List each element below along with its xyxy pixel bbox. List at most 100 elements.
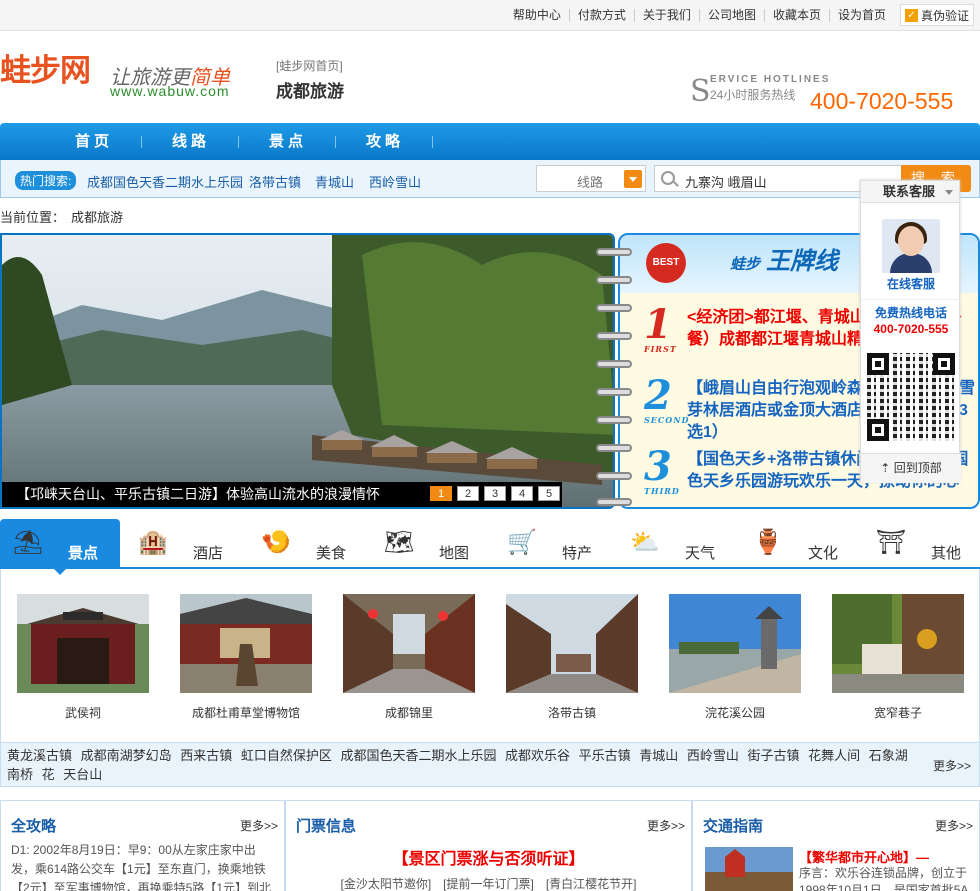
site-map-link[interactable]: 公司地图 (698, 8, 764, 22)
hot-search-item[interactable]: 洛带古镇 (249, 172, 301, 191)
cart-icon: 🛒 (507, 529, 537, 556)
about-link[interactable]: 关于我们 (633, 8, 699, 22)
online-service-link[interactable]: 在线客服 (861, 275, 961, 292)
customer-service-widget: 联系客服 在线客服 免费热线电话 400-7020-555 ⇡ 回到顶部 (860, 180, 961, 483)
spot-card[interactable]: 武侯祠 (17, 594, 149, 721)
more-spots-links[interactable]: 黄龙溪古镇 成都南湖梦幻岛 西来古镇 虹口自然保护区 成都国色天香二期水上乐园 … (7, 746, 922, 784)
rank-tag: THIRD (644, 486, 680, 496)
notebook-spiral (596, 248, 632, 506)
spot-card[interactable]: 宽窄巷子 (832, 594, 964, 721)
slider-page-button[interactable]: 4 (511, 486, 533, 501)
tab-label: 特产 (562, 545, 593, 562)
guide-summary[interactable]: D1: 2002年8月19日：早9：00从左家庄家中出发，乘614路公交车【1元… (11, 841, 279, 891)
stage-curtain-icon: ⛩ (875, 529, 907, 556)
service-english: ERVICE HOTLINES (710, 74, 831, 85)
search-bar: 热门搜索: 成都国色天香二期水上乐园 洛带古镇 青城山 西岭雪山 线路 九寨沟 … (0, 160, 980, 198)
transport-headline[interactable]: 【繁华都市开心地】— (799, 847, 929, 866)
spot-photo (506, 594, 638, 693)
rank-number: 1 (644, 301, 672, 348)
nav-routes[interactable]: 线路 (141, 123, 241, 160)
tab-weather[interactable]: ⛅ 天气 (617, 519, 737, 567)
agent-avatar[interactable] (882, 219, 940, 273)
rank-first-icon: 1 FIRST (644, 301, 677, 354)
rank-second-icon: 2 SECOND (644, 372, 689, 425)
spot-name: 浣花溪公园 (704, 706, 765, 720)
verify-button[interactable]: ✓ 真伪验证 (899, 4, 974, 26)
logo[interactable]: 蛙步网 (0, 45, 91, 90)
customer-service-title[interactable]: 联系客服 (861, 181, 959, 203)
ticket-links[interactable]: [金沙太阳节邀你] [提前一年订门票] [青白江樱花节开] (286, 875, 691, 891)
food-icon: 🍤 (261, 529, 291, 556)
slider-page-button[interactable]: 2 (457, 486, 479, 501)
nav-home[interactable]: 首页 (44, 123, 144, 160)
tab-label: 景点 (68, 545, 99, 562)
tab-label: 酒店 (193, 545, 224, 562)
service-chinese: 24小时服务热线 (710, 88, 796, 102)
photo-slider[interactable]: 【邛崃天台山、平乐古镇二日游】体验高山流水的浪漫情怀 1 2 3 4 5 (0, 233, 615, 509)
search-type-value: 线路 (577, 175, 604, 190)
breadcrumb: 当前位置： 成都旅游 (0, 207, 123, 226)
slider-page-button[interactable]: 3 (484, 486, 506, 501)
slider-page-button[interactable]: 5 (538, 486, 560, 501)
tab-hotels[interactable]: 🏨 酒店 (125, 519, 245, 567)
hot-search-item[interactable]: 成都国色天香二期水上乐园 (87, 172, 243, 191)
spot-name: 宽窄巷子 (873, 706, 922, 720)
vase-icon: 🏺 (753, 529, 783, 556)
qr-code-icon (867, 353, 955, 441)
help-center-link[interactable]: 帮助中心 (505, 8, 569, 22)
ticket-column-title[interactable]: 门票信息 (296, 815, 356, 836)
hot-search-label: 热门搜索: (15, 171, 77, 190)
tab-food[interactable]: 🍤 美食 (248, 519, 368, 567)
category-tabs: ⛱ 景点 🏨 酒店 🍤 美食 🗺 地图 🛒 特产 ⛅ 天气 🏺 文化 ⛩ 其他 (0, 519, 980, 575)
rank-number: 3 (644, 443, 672, 490)
spot-card[interactable]: 洛带古镇 (506, 594, 638, 721)
tab-spots[interactable]: ⛱ 景点 (0, 519, 120, 575)
chevron-down-icon (624, 170, 642, 188)
logo-url: www.wabuw.com (110, 83, 230, 99)
breadcrumb-label: 当前位置： (0, 210, 66, 225)
more-spots-link[interactable]: 更多>> (933, 757, 971, 774)
spot-name: 洛带古镇 (547, 706, 596, 720)
hot-search-item[interactable]: 青城山 (315, 172, 354, 191)
tab-other[interactable]: ⛩ 其他 (863, 519, 980, 567)
free-hotline-number: 400-7020-555 (873, 322, 949, 336)
tab-culture[interactable]: 🏺 文化 (740, 519, 860, 567)
nav-guides[interactable]: 攻略 (335, 123, 435, 160)
verify-label: 真伪验证 (920, 8, 969, 23)
set-homepage-link[interactable]: 设为首页 (828, 8, 894, 22)
hot-search-item[interactable]: 西岭雪山 (369, 172, 421, 191)
transport-column: 交通指南 更多>> 【繁华都市开心地】— 序言：欢乐谷连锁品牌，创立于1998年… (692, 800, 980, 891)
spot-card[interactable]: 成都锦里 (343, 594, 475, 721)
breadcrumb-current[interactable]: 成都旅游 (71, 210, 123, 225)
back-to-top-button[interactable]: ⇡ 回到顶部 (861, 453, 961, 483)
spot-card[interactable]: 成都杜甫草堂博物馆 (180, 594, 312, 721)
rank-third-icon: 3 THIRD (644, 443, 680, 496)
guide-more-link[interactable]: 更多>> (240, 817, 278, 834)
tab-label: 地图 (439, 545, 470, 562)
spot-photo (832, 594, 964, 693)
tab-specialties[interactable]: 🛒 特产 (494, 519, 614, 567)
hotel-icon: 🏨 (138, 529, 168, 556)
search-type-select[interactable]: 线路 (536, 165, 646, 192)
nav-spots[interactable]: 景点 (238, 123, 338, 160)
bookmark-link[interactable]: 收藏本页 (763, 8, 829, 22)
ticket-headline[interactable]: 【景区门票涨与否须听证】 (286, 845, 691, 869)
spot-photo (343, 594, 475, 693)
payment-link[interactable]: 付款方式 (568, 8, 634, 22)
transport-column-title[interactable]: 交通指南 (703, 815, 763, 836)
guide-column-title[interactable]: 全攻略 (11, 815, 56, 836)
slider-page-button[interactable]: 1 (430, 486, 452, 501)
header: 蛙步网 让旅游更简单 www.wabuw.com [蛙步网首页] 成都旅游 S … (0, 31, 980, 123)
rank-tag: SECOND (644, 415, 690, 425)
best-badge-icon: BEST (646, 243, 686, 283)
transport-summary[interactable]: 序言：欢乐谷连锁品牌，创立于1998年10月1日，是国家首批5A (799, 865, 969, 891)
tab-label: 天气 (685, 545, 716, 562)
tab-map[interactable]: 🗺 地图 (371, 519, 491, 567)
top-bar: 帮助中心 付款方式 关于我们 公司地图 收藏本页 设为首页 ✓ 真伪验证 (0, 0, 980, 31)
spot-card[interactable]: 浣花溪公园 (669, 594, 801, 721)
ticket-more-link[interactable]: 更多>> (647, 817, 685, 834)
home-link[interactable]: [蛙步网首页] (276, 57, 343, 74)
weather-icon: ⛅ (630, 529, 660, 556)
search-input-value: 九寨沟 峨眉山 (685, 175, 767, 190)
transport-more-link[interactable]: 更多>> (935, 817, 973, 834)
